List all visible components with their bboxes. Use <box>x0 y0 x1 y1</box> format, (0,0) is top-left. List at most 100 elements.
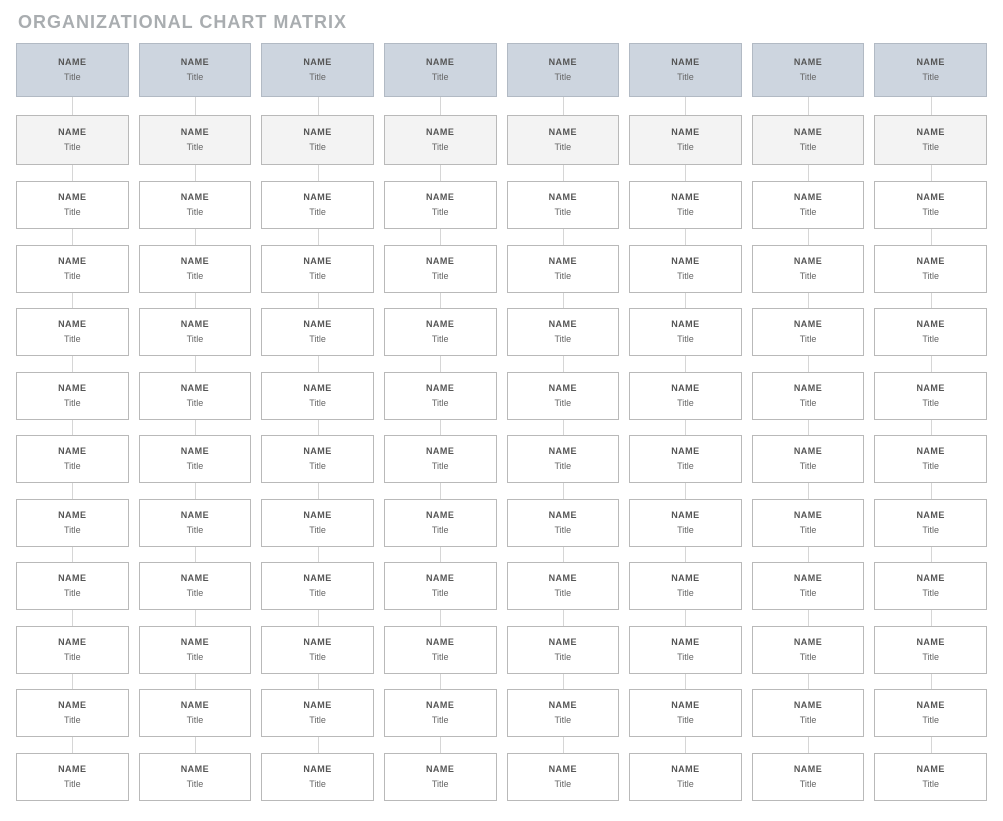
org-card-title: Title <box>187 334 204 345</box>
org-card-title: Title <box>554 461 571 472</box>
org-card-title: Title <box>922 525 939 536</box>
org-card-title: Title <box>309 207 326 218</box>
org-card-name: NAME <box>181 700 210 711</box>
org-card-title: Title <box>800 207 817 218</box>
org-card-title: Title <box>187 461 204 472</box>
org-card: NAMETitle <box>752 181 865 229</box>
org-card: NAMETitle <box>384 181 497 229</box>
org-card-title: Title <box>677 461 694 472</box>
org-card: NAMETitle <box>16 181 129 229</box>
org-card: NAMETitle <box>261 689 374 737</box>
org-card: NAMETitle <box>507 689 620 737</box>
org-card-name: NAME <box>426 764 455 775</box>
org-card-name: NAME <box>303 700 332 711</box>
org-card: NAMETitle <box>874 562 987 610</box>
org-card-title: Title <box>309 271 326 282</box>
org-card-name: NAME <box>426 446 455 457</box>
org-card-title: Title <box>677 271 694 282</box>
org-card: NAMETitle <box>874 308 987 356</box>
org-card-name: NAME <box>549 764 578 775</box>
org-card-title: Title <box>554 525 571 536</box>
org-card-name: NAME <box>549 57 578 68</box>
org-card-name: NAME <box>181 446 210 457</box>
org-card: NAME Title <box>139 435 252 483</box>
org-card: NAMETitle <box>16 689 129 737</box>
org-card-name: NAME <box>916 764 945 775</box>
org-card-title: Title <box>64 142 81 153</box>
org-card-title: Title <box>800 715 817 726</box>
org-card: NAMETitle <box>139 308 252 356</box>
org-card-name: NAME <box>671 256 700 267</box>
org-card-name: NAME <box>549 573 578 584</box>
org-card-name: NAME <box>916 573 945 584</box>
org-card-name: NAME <box>671 764 700 775</box>
org-card-name: NAME <box>303 127 332 138</box>
org-card-name: NAME <box>181 256 210 267</box>
org-card-name: NAME <box>303 192 332 203</box>
org-card-name: NAME <box>303 383 332 394</box>
matrix-column: NAMETitleNAMETitleNAMETitleNAMETitleNAME… <box>752 43 865 801</box>
org-card-title: Title <box>677 72 694 83</box>
org-card-title: Title <box>922 207 939 218</box>
org-card-title: Title <box>64 398 81 409</box>
org-card-title: Title <box>677 334 694 345</box>
org-card-name: NAME <box>671 700 700 711</box>
org-card-title: Title <box>432 652 449 663</box>
org-card-name: NAME <box>794 573 823 584</box>
org-card-title: Title <box>432 588 449 599</box>
org-card-name: NAME <box>916 383 945 394</box>
org-card-name: NAME <box>303 256 332 267</box>
org-card: NAMETitle <box>752 689 865 737</box>
org-card: NAMETitle <box>139 115 252 165</box>
org-card: NAMETitle <box>139 562 252 610</box>
org-card: NAMETitle <box>507 372 620 420</box>
org-card: NAMETitle <box>507 753 620 801</box>
org-card: NAMETitle <box>752 308 865 356</box>
org-card: NAMETitle <box>752 626 865 674</box>
org-card-name: NAME <box>549 192 578 203</box>
org-card-title: Title <box>922 398 939 409</box>
org-card-title: Title <box>187 142 204 153</box>
org-card-title: Title <box>677 207 694 218</box>
org-card-name: NAME <box>549 510 578 521</box>
org-card: NAMETitle <box>384 372 497 420</box>
org-card: NAME Title <box>507 499 620 547</box>
org-card-title: Title <box>554 207 571 218</box>
org-card: NAMETitle <box>629 43 742 97</box>
org-card-title: Title <box>309 72 326 83</box>
org-card: NAMETitle <box>874 499 987 547</box>
org-card-name: NAME <box>58 57 87 68</box>
org-card-name: NAME <box>426 573 455 584</box>
org-card-title: Title <box>800 588 817 599</box>
page-title: ORGANIZATIONAL CHART MATRIX <box>18 12 987 33</box>
org-card: NAME Title <box>261 753 374 801</box>
org-card-title: Title <box>432 72 449 83</box>
org-card-name: NAME <box>916 319 945 330</box>
org-card: NAMETitle <box>261 43 374 97</box>
org-card: NAMETitle <box>139 43 252 97</box>
org-card-name: NAME <box>426 192 455 203</box>
org-card-name: NAME <box>303 573 332 584</box>
org-card: NAMETitle <box>384 499 497 547</box>
org-card-title: Title <box>554 715 571 726</box>
org-card: NAMETitle <box>384 115 497 165</box>
org-card-title: Title <box>922 715 939 726</box>
org-card-title: Title <box>309 779 326 790</box>
org-card-name: NAME <box>58 510 87 521</box>
org-card-title: Title <box>554 142 571 153</box>
org-card-title: Title <box>432 142 449 153</box>
org-card: NAMETitle <box>507 115 620 165</box>
org-card-title: Title <box>677 715 694 726</box>
org-card-title: Title <box>64 588 81 599</box>
org-card: NAMETitle <box>874 626 987 674</box>
org-card-name: NAME <box>916 57 945 68</box>
org-card-title: Title <box>554 588 571 599</box>
org-card-name: NAME <box>916 446 945 457</box>
org-card: NAMETitle <box>629 372 742 420</box>
org-card: NAMETitle <box>16 115 129 165</box>
org-card-name: NAME <box>794 446 823 457</box>
org-card-title: Title <box>677 652 694 663</box>
org-card: NAMETitle <box>139 753 252 801</box>
org-card: NAMETitle <box>16 626 129 674</box>
org-card-name: NAME <box>303 764 332 775</box>
